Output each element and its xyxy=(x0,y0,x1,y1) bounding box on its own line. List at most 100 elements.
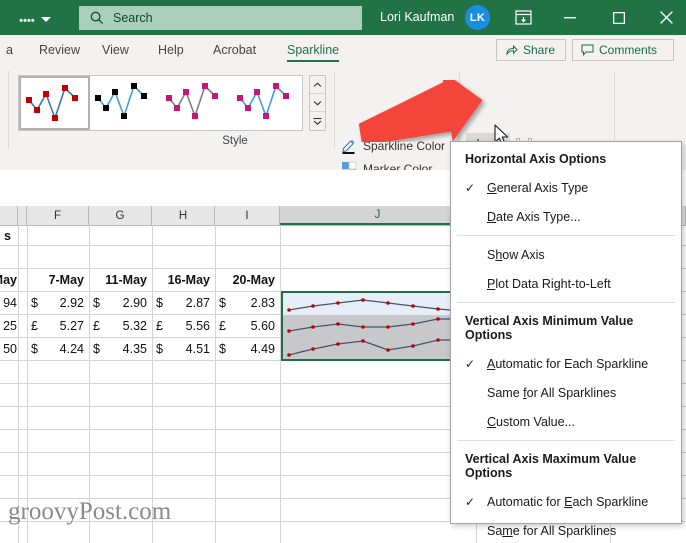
tab-view[interactable]: View xyxy=(96,35,135,65)
cell-text-partial[interactable]: s xyxy=(0,226,22,245)
menu-item-label: Same for All Sparklines xyxy=(487,523,617,538)
style-option-4[interactable] xyxy=(232,76,302,130)
account-name[interactable]: Lori Kaufman xyxy=(380,10,454,24)
cell-value[interactable]: 4.24 xyxy=(27,338,89,360)
cell-value[interactable]: 2.83 xyxy=(215,292,280,314)
menu-separator xyxy=(457,235,675,236)
cell-date-header-3[interactable]: 16-May xyxy=(152,269,215,291)
menu-item-label: Plot Data Right-to-Left xyxy=(487,276,611,291)
column-header-F[interactable]: F xyxy=(27,206,89,225)
sparkline-color-button[interactable]: Sparkline Color xyxy=(341,138,458,154)
gallery-more-button[interactable] xyxy=(310,112,325,130)
menu-item-label: Custom Value... xyxy=(487,414,576,429)
cell-value[interactable]: 25 xyxy=(0,315,22,337)
quick-access-toolbar[interactable]: •••• xyxy=(0,0,70,35)
cell-value[interactable]: 50 xyxy=(0,338,22,360)
ribbon-divider-far-right xyxy=(614,71,615,149)
close-icon xyxy=(659,11,673,24)
chevron-down-icon xyxy=(313,100,322,105)
menu-separator xyxy=(457,440,675,441)
cell-value[interactable]: 2.87 xyxy=(152,292,215,314)
close-button[interactable] xyxy=(645,0,686,35)
ribbon-display-options-icon xyxy=(514,10,532,25)
check-icon: ✓ xyxy=(465,494,476,509)
column-header-E-partial[interactable] xyxy=(18,206,27,225)
ribbon-display-options-button[interactable] xyxy=(502,0,544,35)
cell-value[interactable]: 4.35 xyxy=(89,338,152,360)
cell-date-header-0[interactable]: May xyxy=(0,269,22,291)
more-commands-dots-icon[interactable]: •••• xyxy=(19,15,34,26)
gallery-scroll-buttons[interactable] xyxy=(309,75,326,131)
column-header-H[interactable]: H xyxy=(152,206,215,225)
style-option-3[interactable] xyxy=(161,76,232,130)
menu-item-plot-data-right-to-left[interactable]: Plot Data Right-to-Left xyxy=(451,269,681,298)
menu-header-vertical-max: Vertical Axis Maximum Value Options xyxy=(465,452,637,480)
menu-item-general-axis-type[interactable]: ✓ General Axis Type xyxy=(451,173,681,202)
menu-item-min-automatic-each[interactable]: ✓ Automatic for Each Sparkline xyxy=(451,349,681,378)
cell-value[interactable]: 2.90 xyxy=(89,292,152,314)
comment-icon xyxy=(581,44,594,56)
sparkline-group xyxy=(283,293,474,359)
sparkline-preview-icon xyxy=(237,83,289,119)
style-option-2[interactable] xyxy=(90,76,161,130)
cell-date-header-2[interactable]: 11-May xyxy=(89,269,152,291)
cell-value[interactable]: 94 xyxy=(0,292,22,314)
avatar[interactable]: LK xyxy=(465,5,490,30)
menu-item-min-same-all[interactable]: Same for All Sparklines xyxy=(451,378,681,407)
tab-data-partial[interactable]: a xyxy=(0,35,19,65)
sparkline-style-gallery[interactable] xyxy=(18,75,303,131)
menu-item-show-axis[interactable]: Show Axis xyxy=(451,240,681,269)
maximize-button[interactable] xyxy=(598,0,640,35)
comments-button[interactable]: Comments xyxy=(572,39,674,61)
column-header-I[interactable]: I xyxy=(215,206,280,225)
gridline-v xyxy=(280,225,281,543)
chevron-down-icon[interactable] xyxy=(40,17,51,22)
cell-value[interactable]: 5.27 xyxy=(27,315,89,337)
search-placeholder: Search xyxy=(113,11,153,25)
sparkline-cells-selection[interactable] xyxy=(281,291,476,361)
maximize-icon xyxy=(613,11,625,24)
menu-item-max-same-all[interactable]: Same for All Sparklines xyxy=(451,516,681,543)
menu-header-vertical-min: Vertical Axis Minimum Value Options xyxy=(465,314,634,342)
tab-sparkline[interactable]: Sparkline xyxy=(281,35,345,65)
cell-date-header-1[interactable]: 7-May xyxy=(27,269,89,291)
gallery-scroll-up-button[interactable] xyxy=(310,76,325,94)
menu-item-max-automatic-each[interactable]: ✓ Automatic for Each Sparkline xyxy=(451,487,681,516)
cell-value[interactable]: 5.32 xyxy=(89,315,152,337)
share-button[interactable]: Share xyxy=(496,39,566,61)
style-option-1[interactable] xyxy=(19,76,90,130)
cell-value[interactable]: 5.56 xyxy=(152,315,215,337)
ribbon-divider-style-right xyxy=(334,71,335,149)
column-header-J[interactable]: J xyxy=(280,206,476,225)
menu-item-label: Show Axis xyxy=(487,247,545,262)
sparkline-color-label: Sparkline Color xyxy=(363,139,446,153)
axis-dropdown-menu[interactable]: Horizontal Axis Options ✓ General Axis T… xyxy=(450,141,682,538)
cell-value[interactable]: 5.60 xyxy=(215,315,280,337)
menu-item-label: General Axis Type xyxy=(487,180,589,195)
cell-value[interactable]: 2.92 xyxy=(27,292,89,314)
tab-help[interactable]: Help xyxy=(152,35,190,65)
menu-item-min-custom-value[interactable]: Custom Value... xyxy=(451,407,681,436)
share-icon xyxy=(506,44,518,56)
minimize-button[interactable] xyxy=(549,0,591,35)
excel-window: •••• Search Lori Kaufman LK a Review Vie… xyxy=(0,0,686,543)
select-all-corner[interactable] xyxy=(0,206,18,225)
tab-review[interactable]: Review xyxy=(33,35,86,65)
search-box[interactable]: Search xyxy=(79,6,362,30)
title-bar: •••• Search Lori Kaufman LK xyxy=(0,0,686,35)
share-label: Share xyxy=(523,43,556,57)
cell-date-header-4[interactable]: 20-May xyxy=(215,269,280,291)
gallery-scroll-down-button[interactable] xyxy=(310,94,325,112)
cell-value[interactable]: 4.51 xyxy=(152,338,215,360)
ribbon-tab-strip: a Review View Help Acrobat Sparkline Sha… xyxy=(0,35,686,66)
column-header-G[interactable]: G xyxy=(89,206,152,225)
pen-color-icon xyxy=(342,139,355,154)
tab-acrobat[interactable]: Acrobat xyxy=(207,35,262,65)
menu-item-date-axis-type[interactable]: Date Axis Type... xyxy=(451,202,681,231)
check-icon: ✓ xyxy=(465,180,476,195)
chevron-up-icon xyxy=(313,82,322,87)
watermark: groovyPost.com xyxy=(8,498,172,525)
cell-value[interactable]: 4.49 xyxy=(215,338,280,360)
search-icon xyxy=(90,11,104,25)
check-icon: ✓ xyxy=(465,356,476,371)
